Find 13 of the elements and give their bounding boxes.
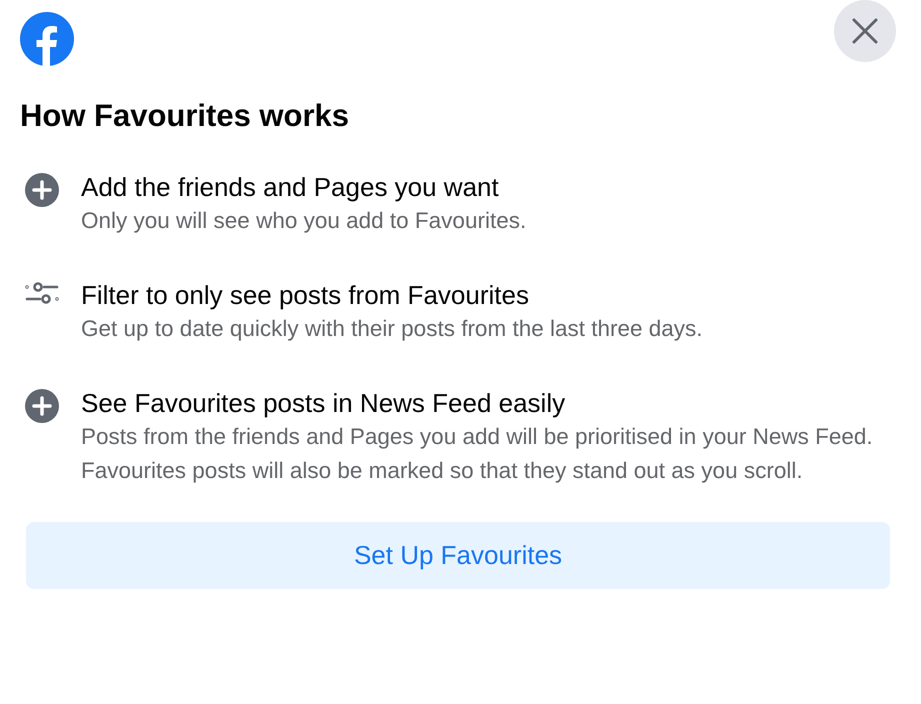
feature-description: Only you will see who you add to Favourites. [81,207,526,235]
feature-description: Posts from the friends and Pages you add will be prioritised in your News Feed. Favourites posts will also be marked so that they stand out as you scroll. [81,423,874,485]
plus-icon [25,173,59,207]
close-icon [852,18,878,44]
dialog-heading: How Favourites works [20,98,350,134]
feature-description: Get up to date quickly with their posts from the last three days. [81,315,703,343]
set-up-button[interactable]: Set Up Favourites [26,522,890,589]
feature-title: Filter to only see posts from Favourites [81,279,530,312]
feature-title: See Favourites posts in News Feed easily [81,387,566,420]
plus-icon [25,389,59,423]
feature-title: Add the friends and Pages you want [81,171,500,204]
logo-icon [20,12,74,66]
filter-icon [25,281,59,305]
